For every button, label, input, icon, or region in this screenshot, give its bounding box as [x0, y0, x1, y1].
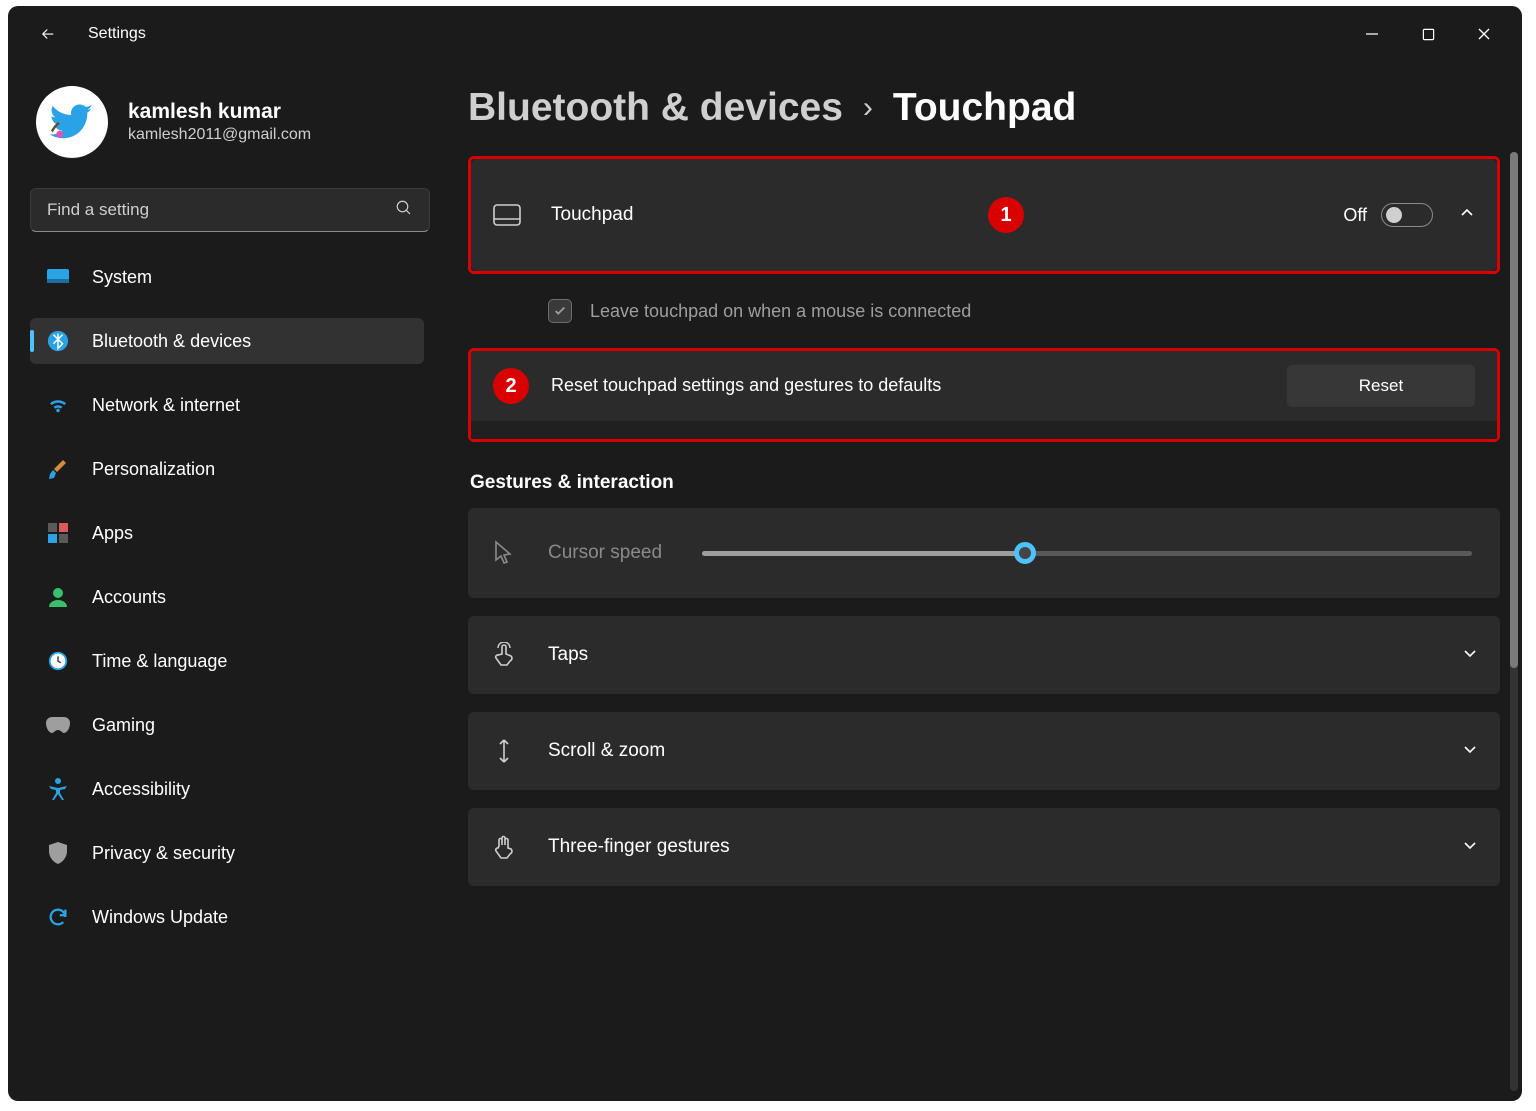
- toggle-state-label: Off: [1343, 205, 1367, 226]
- annotation-badge-1: 1: [988, 197, 1024, 233]
- person-icon: [46, 585, 70, 609]
- clock-icon: [46, 649, 70, 673]
- update-icon: [46, 905, 70, 929]
- sidebar-item-label: Time & language: [92, 651, 227, 672]
- leave-touchpad-on-row[interactable]: Leave touchpad on when a mouse is connec…: [468, 280, 1500, 342]
- sidebar-item-label: Personalization: [92, 459, 215, 480]
- reset-label: Reset touchpad settings and gestures to …: [551, 373, 941, 398]
- scroll-zoom-row[interactable]: Scroll & zoom: [468, 712, 1500, 790]
- bluetooth-icon: [46, 329, 70, 353]
- cursor-speed-label: Cursor speed: [548, 542, 662, 564]
- search-input[interactable]: [47, 200, 395, 220]
- back-button[interactable]: [34, 20, 62, 48]
- annotation-badge-2: 2: [493, 368, 529, 404]
- sidebar-item-time[interactable]: Time & language: [30, 638, 424, 684]
- search-icon: [395, 199, 413, 222]
- touchpad-label: Touchpad: [551, 204, 633, 226]
- chevron-right-icon: ›: [863, 91, 873, 125]
- sidebar-item-accounts[interactable]: Accounts: [30, 574, 424, 620]
- nav: System Bluetooth & devices Network & int…: [30, 254, 424, 940]
- sidebar-item-label: Accessibility: [92, 779, 190, 800]
- sidebar-item-accessibility[interactable]: Accessibility: [30, 766, 424, 812]
- three-finger-label: Three-finger gestures: [548, 836, 730, 858]
- sidebar-item-label: Accounts: [92, 587, 166, 608]
- scroll-icon: [490, 738, 518, 764]
- minimize-button[interactable]: [1344, 13, 1400, 55]
- accessibility-icon: [46, 777, 70, 801]
- chevron-down-icon: [1462, 645, 1478, 666]
- sidebar-item-gaming[interactable]: Gaming: [30, 702, 424, 748]
- taps-row[interactable]: Taps: [468, 616, 1500, 694]
- page-title: Touchpad: [893, 86, 1076, 130]
- reset-button[interactable]: Reset: [1287, 365, 1475, 407]
- search-input-wrap[interactable]: [30, 188, 430, 232]
- sidebar-item-privacy[interactable]: Privacy & security: [30, 830, 424, 876]
- wifi-icon: [46, 393, 70, 417]
- apps-icon: [46, 521, 70, 545]
- app-title: Settings: [88, 25, 146, 43]
- settings-window: Settings kamlesh kumar kamlesh2011@gmail…: [8, 6, 1522, 1101]
- user-name: kamlesh kumar: [128, 100, 311, 124]
- shield-icon: [46, 841, 70, 865]
- main-panel: Bluetooth & devices › Touchpad Touchpad …: [438, 62, 1522, 1101]
- profile-text: kamlesh kumar kamlesh2011@gmail.com: [128, 100, 311, 144]
- annotation-box-1: Touchpad 1 Off: [468, 156, 1500, 274]
- sidebar-item-label: Privacy & security: [92, 843, 235, 864]
- sidebar-item-label: Bluetooth & devices: [92, 331, 251, 352]
- taps-label: Taps: [548, 644, 588, 666]
- sidebar-item-apps[interactable]: Apps: [30, 510, 424, 556]
- sidebar-item-label: Apps: [92, 523, 133, 544]
- breadcrumb-parent[interactable]: Bluetooth & devices: [468, 86, 843, 130]
- maximize-button[interactable]: [1400, 13, 1456, 55]
- sidebar-item-label: Gaming: [92, 715, 155, 736]
- hand-icon: [490, 834, 518, 860]
- close-button[interactable]: [1456, 13, 1512, 55]
- chevron-down-icon: [1462, 741, 1478, 762]
- profile-block[interactable]: kamlesh kumar kamlesh2011@gmail.com: [36, 86, 424, 158]
- annotation-box-2: 2 Reset touchpad settings and gestures t…: [468, 348, 1500, 442]
- breadcrumb: Bluetooth & devices › Touchpad: [468, 86, 1500, 130]
- sidebar-item-personalization[interactable]: Personalization: [30, 446, 424, 492]
- titlebar: Settings: [8, 6, 1522, 62]
- window-controls: [1344, 13, 1512, 55]
- scrollbar-thumb[interactable]: [1510, 152, 1518, 668]
- chevron-up-icon[interactable]: [1459, 205, 1475, 226]
- three-finger-row[interactable]: Three-finger gestures: [468, 808, 1500, 886]
- gestures-section-title: Gestures & interaction: [470, 472, 1500, 494]
- cursor-speed-row: Cursor speed: [468, 508, 1500, 598]
- display-icon: [46, 265, 70, 289]
- sidebar-item-label: System: [92, 267, 152, 288]
- tap-icon: [490, 642, 518, 668]
- brush-icon: [46, 457, 70, 481]
- scrollbar[interactable]: [1510, 152, 1518, 1091]
- cursor-icon: [490, 540, 518, 566]
- sidebar-item-system[interactable]: System: [30, 254, 424, 300]
- sidebar-item-bluetooth[interactable]: Bluetooth & devices: [30, 318, 424, 364]
- chevron-down-icon: [1462, 837, 1478, 858]
- sidebar-item-network[interactable]: Network & internet: [30, 382, 424, 428]
- user-email: kamlesh2011@gmail.com: [128, 126, 311, 144]
- checkbox-leave-on[interactable]: [548, 299, 572, 323]
- sidebar: kamlesh kumar kamlesh2011@gmail.com Syst…: [8, 62, 438, 1101]
- cursor-speed-slider[interactable]: [702, 551, 1472, 556]
- gamepad-icon: [46, 713, 70, 737]
- touchpad-toggle-row[interactable]: Touchpad 1 Off: [471, 159, 1497, 271]
- sidebar-item-update[interactable]: Windows Update: [30, 894, 424, 940]
- touchpad-toggle[interactable]: [1381, 203, 1433, 227]
- avatar: [36, 86, 108, 158]
- sidebar-item-label: Windows Update: [92, 907, 228, 928]
- scroll-zoom-label: Scroll & zoom: [548, 740, 665, 762]
- leave-on-label: Leave touchpad on when a mouse is connec…: [590, 301, 971, 322]
- reset-row: 2 Reset touchpad settings and gestures t…: [471, 351, 1497, 421]
- touchpad-icon: [493, 204, 521, 226]
- sidebar-item-label: Network & internet: [92, 395, 240, 416]
